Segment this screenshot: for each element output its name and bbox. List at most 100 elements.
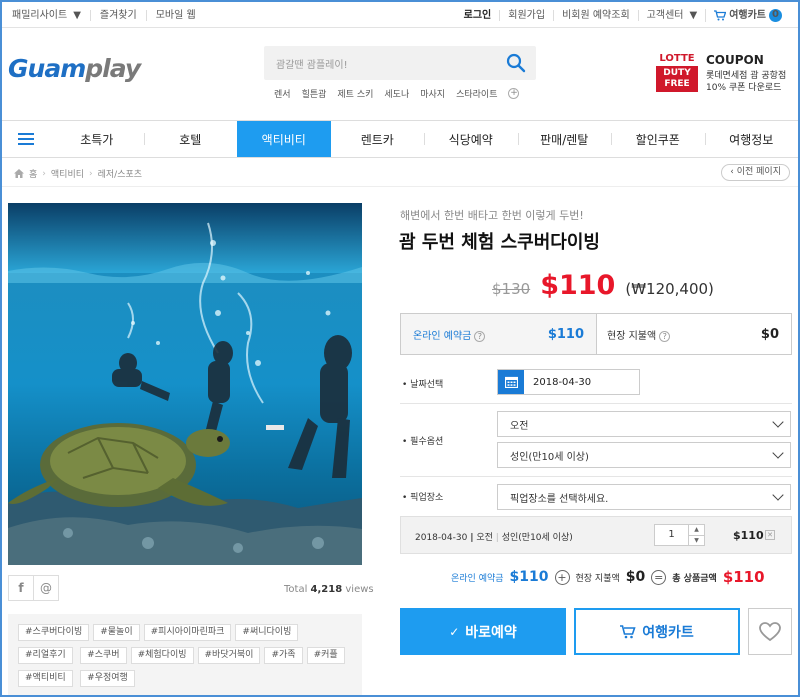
cart-icon: [714, 9, 727, 20]
nav-item-sale-rental[interactable]: 판매/렌탈: [517, 121, 612, 157]
sale-price: $110: [540, 270, 616, 301]
plus-icon[interactable]: +: [508, 88, 520, 99]
email-share-button[interactable]: @: [33, 575, 59, 601]
total-onsite-value: $0: [625, 569, 646, 585]
divider: [400, 476, 792, 477]
onsite-payment-label: 현장 지불액: [607, 330, 657, 342]
check-icon: ✓: [449, 624, 460, 639]
at-sign-icon: @: [40, 581, 52, 595]
view-count: Total 4,218 views: [284, 584, 374, 595]
breadcrumb-bar: 홈 › 액티비티 › 레저/스포츠 ‹ 이전 페이지: [2, 159, 798, 187]
search-tag[interactable]: 제트 스키: [337, 87, 373, 100]
family-site-link[interactable]: 패밀리사이트 ▼: [12, 10, 90, 21]
help-icon[interactable]: ?: [474, 330, 486, 342]
guest-reservation-link[interactable]: 비회원 예약조회: [553, 9, 638, 21]
search-input[interactable]: 괌갈땐 괌플레이!: [276, 56, 348, 71]
hashtag[interactable]: #액티비티: [18, 670, 73, 687]
add-to-cart-button[interactable]: 여행카트: [574, 608, 740, 655]
help-icon[interactable]: ?: [659, 330, 671, 342]
search-tag[interactable]: 스타라이트: [456, 87, 497, 100]
page-frame: 패밀리사이트 ▼ 즐겨찾기 모바일 웹 로그인 회원가입 비회원 예약조회 고객센…: [0, 0, 800, 697]
nav-item-hotel[interactable]: 호텔: [143, 121, 238, 157]
heart-icon: [759, 621, 781, 641]
hashtag[interactable]: #가족: [264, 647, 303, 664]
hamburger-menu-icon[interactable]: [2, 121, 50, 157]
hashtag[interactable]: #리얼후기: [18, 647, 73, 664]
product-photo[interactable]: [8, 203, 362, 565]
time-option-select[interactable]: 오전: [497, 411, 791, 437]
bookmark-link[interactable]: 즐겨찾기: [89, 9, 146, 21]
mobile-web-link[interactable]: 모바일 웹: [145, 9, 205, 21]
date-picker[interactable]: 2018-04-30: [497, 369, 640, 395]
prev-page-button[interactable]: ‹ 이전 페이지: [721, 164, 790, 181]
book-now-button[interactable]: ✓ 바로예약: [400, 608, 566, 655]
chevron-down-icon: [772, 447, 784, 459]
breadcrumb: 홈 › 액티비티 › 레저/스포츠: [14, 167, 142, 180]
date-value: 2018-04-30: [533, 376, 592, 388]
site-logo[interactable]: Guamplay: [8, 54, 141, 83]
chevron-right-icon: ›: [89, 168, 93, 179]
search-box[interactable]: 괌갈땐 괌플레이!: [264, 46, 536, 80]
online-deposit-value: $110: [547, 326, 584, 342]
hashtag[interactable]: #스쿠버: [80, 647, 127, 664]
search-tag[interactable]: 힐튼괌: [302, 87, 327, 100]
nav-item-special[interactable]: 초특가: [50, 121, 144, 157]
krw-price: (₩120,400): [625, 280, 714, 298]
nav-item-restaurant[interactable]: 식당예약: [424, 121, 518, 157]
product-subtitle: 해변에서 한번 배타고 한번 이렇게 두번!: [400, 209, 584, 222]
chevron-down-icon: [772, 416, 784, 428]
hashtag[interactable]: #우정여행: [80, 670, 135, 687]
search-tag[interactable]: 마사지: [420, 87, 445, 100]
nav-item-rentcar[interactable]: 렌트카: [331, 121, 425, 157]
facebook-icon: f: [18, 581, 24, 595]
total-online-label: 온라인 예약금: [451, 573, 504, 584]
hashtag[interactable]: #커플: [306, 647, 345, 664]
lotte-duty-free-logo[interactable]: LOTTE DUTY FREE: [656, 53, 698, 95]
breadcrumb-leisure[interactable]: 레저/스포츠: [98, 167, 142, 180]
hashtag[interactable]: #피시아이마린파크: [143, 624, 232, 641]
calendar-icon[interactable]: [498, 370, 524, 394]
hashtag[interactable]: #스쿠버다이빙: [18, 624, 90, 641]
date-label: • 날짜선택: [402, 380, 444, 390]
facebook-share-button[interactable]: f: [8, 575, 34, 601]
caret-down-icon: ▼: [73, 9, 81, 21]
divider: [400, 403, 792, 404]
search-icon[interactable]: [506, 53, 526, 73]
quantity-value[interactable]: 1: [655, 525, 688, 545]
chevron-down-icon: [772, 489, 784, 501]
signup-link[interactable]: 회원가입: [499, 9, 553, 21]
quantity-up-icon[interactable]: ▲: [689, 525, 704, 535]
hashtag[interactable]: #바닷거북이: [197, 647, 261, 664]
quantity-down-icon[interactable]: ▼: [689, 535, 704, 546]
plus-icon: +: [554, 569, 570, 585]
home-icon[interactable]: [14, 169, 24, 178]
hashtag[interactable]: #물놀이: [93, 624, 140, 641]
hashtag[interactable]: #써니다이빙: [235, 624, 299, 641]
breadcrumb-home[interactable]: 홈: [29, 167, 37, 180]
nav-item-travel-info[interactable]: 여행정보: [704, 121, 799, 157]
equals-icon: =: [651, 569, 667, 585]
hashtag[interactable]: #체험다이빙: [130, 647, 194, 664]
popular-search-tags: 렌서 힐튼괌 제트 스키 세도나 마사지 스타라이트 +: [274, 87, 520, 100]
original-price: $130: [492, 280, 531, 298]
pickup-location-select[interactable]: 픽업장소를 선택하세요.: [497, 484, 791, 510]
login-link[interactable]: 로그인: [456, 10, 500, 21]
main-nav: 초특가 호텔 액티비티 렌트카 식당예약 판매/렌탈 할인쿠폰 여행정보: [2, 120, 798, 158]
coupon-banner[interactable]: COUPON 롯데면세점 괌 공항점 10% 쿠폰 다운로드: [706, 53, 786, 94]
quantity-stepper[interactable]: 1 ▲ ▼: [654, 524, 705, 546]
utility-bar: 패밀리사이트 ▼ 즐겨찾기 모바일 웹 로그인 회원가입 비회원 예약조회 고객센…: [2, 2, 798, 28]
customer-center-link[interactable]: 고객센터 ▼: [637, 9, 706, 21]
breadcrumb-activity[interactable]: 액티비티: [51, 167, 84, 180]
total-amount-label: 총 상품금액: [672, 573, 717, 584]
search-tag[interactable]: 세도나: [384, 87, 409, 100]
pickup-label: • 픽업장소: [402, 493, 444, 503]
remove-option-icon[interactable]: ✕: [765, 530, 775, 540]
payment-breakdown: 온라인 예약금? $110 현장 지불액? $0: [400, 313, 792, 355]
passenger-option-select[interactable]: 성인(만10세 이상): [497, 442, 791, 468]
onsite-payment-value: $0: [760, 326, 779, 342]
nav-item-activity[interactable]: 액티비티: [237, 121, 331, 157]
nav-item-coupon[interactable]: 할인쿠폰: [611, 121, 705, 157]
travel-cart-link[interactable]: 여행카트 0: [705, 8, 790, 22]
search-tag[interactable]: 렌서: [274, 87, 291, 100]
wishlist-button[interactable]: [748, 608, 792, 655]
